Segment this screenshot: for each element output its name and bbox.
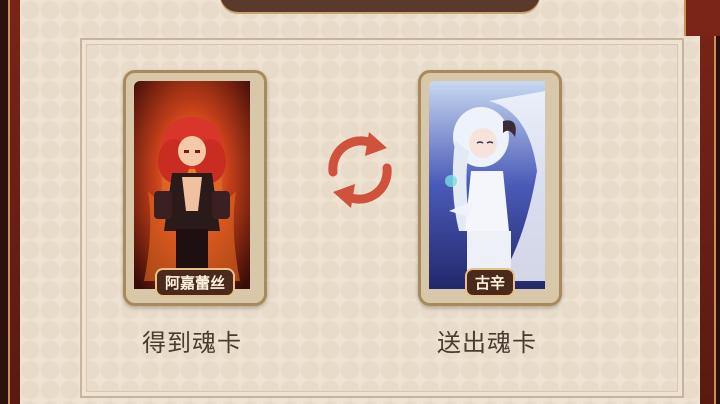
obtain-card-name: 阿嘉蕾丝 [154, 268, 236, 297]
obtain-card[interactable]: 阿嘉蕾丝 [123, 70, 267, 306]
send-card[interactable]: 古辛 [418, 70, 562, 306]
ice-character-illustration [429, 81, 545, 289]
title-bar [220, 0, 540, 12]
corner-ornament [684, 0, 720, 36]
send-card-name: 古辛 [464, 268, 516, 297]
exchange-panel: 阿嘉蕾丝 得到魂卡 古辛 送出魂卡 [20, 0, 700, 404]
send-caption: 送出魂卡 [437, 329, 537, 357]
swap-cycle-icon[interactable] [315, 120, 405, 220]
send-card-art [429, 81, 551, 295]
fire-character-illustration [134, 81, 250, 289]
obtain-card-art [134, 81, 256, 295]
obtain-caption: 得到魂卡 [142, 329, 242, 357]
